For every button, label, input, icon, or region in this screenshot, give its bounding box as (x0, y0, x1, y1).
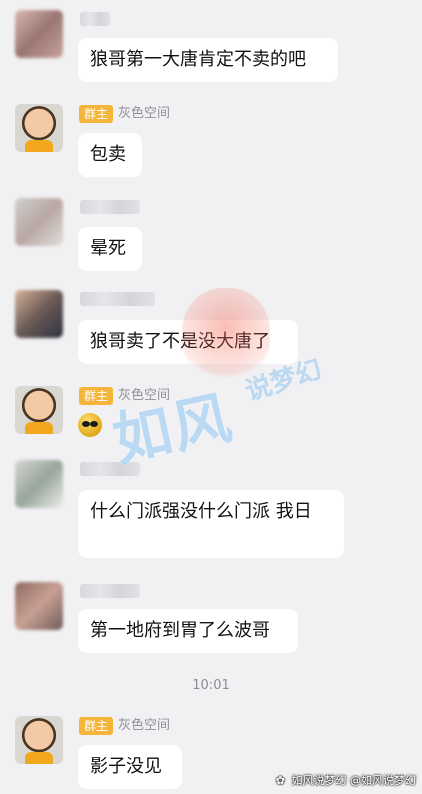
avatar[interactable] (15, 10, 63, 58)
avatar[interactable] (15, 386, 63, 434)
sender-name-blurred (80, 292, 155, 306)
message-bubble[interactable]: 什么门派强没什么门派 我日 (78, 490, 344, 558)
sender-name: 灰色空间 (118, 106, 171, 121)
message-text: 狼哥第一大唐肯定不卖的吧 (90, 49, 306, 70)
avatar[interactable] (15, 198, 63, 246)
message-text: 第一地府到胃了么波哥 (90, 620, 270, 641)
message-bubble[interactable]: 第一地府到胃了么波哥 (78, 609, 298, 653)
message-text: 影子没见 (90, 756, 162, 777)
avatar[interactable] (15, 290, 63, 338)
wechat-icon: ✿ (275, 774, 285, 787)
sender-name-blurred (80, 12, 110, 26)
watermark-corner-text: 如风说梦幻 (291, 774, 347, 787)
watermark-corner-handle: @如风说梦幻 (350, 774, 416, 787)
avatar[interactable] (15, 582, 63, 630)
timestamp: 10:01 (192, 678, 230, 693)
owner-badge: 群主 (79, 717, 114, 735)
watermark-corner: ✿ 如风说梦幻 @如风说梦幻 (276, 772, 416, 788)
message-bubble[interactable]: 影子没见 (78, 745, 182, 789)
message-bubble[interactable]: 狼哥第一大唐肯定不卖的吧 (78, 38, 338, 82)
message-text: 晕死 (90, 238, 126, 259)
owner-badge: 群主 (79, 105, 114, 123)
sender-name: 灰色空间 (118, 718, 171, 733)
message-text: 什么门派强没什么门派 我日 (90, 501, 312, 522)
avatar[interactable] (15, 104, 63, 152)
avatar[interactable] (15, 716, 63, 764)
avatar[interactable] (15, 460, 63, 508)
watermark-big: 如风 (107, 383, 239, 475)
message-bubble[interactable]: 晕死 (78, 227, 142, 271)
message-bubble[interactable]: 包卖 (78, 133, 142, 177)
sender-name-blurred (80, 200, 140, 214)
sunglasses-emoji-icon[interactable] (78, 413, 102, 437)
sender-name-blurred (80, 584, 140, 598)
message-text: 包卖 (90, 144, 126, 165)
